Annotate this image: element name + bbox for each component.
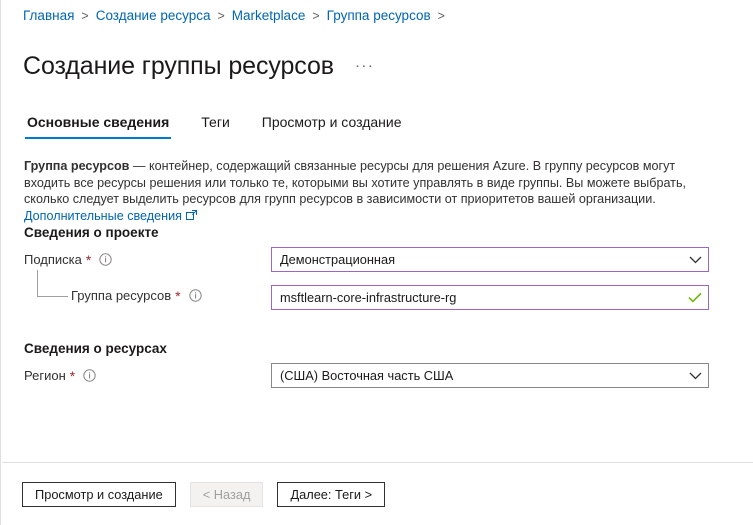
label-resource-group-text: Группа ресурсов bbox=[71, 288, 172, 303]
tab-tags[interactable]: Теги bbox=[199, 112, 231, 139]
label-region: Регион * bbox=[24, 368, 96, 383]
section-heading-resource-details: Сведения о ресурсах bbox=[24, 341, 167, 356]
next-tags-button[interactable]: Далее: Теги > bbox=[277, 482, 386, 507]
info-icon[interactable] bbox=[83, 369, 96, 382]
required-asterisk: * bbox=[85, 251, 92, 268]
breadcrumb-item-marketplace[interactable]: Marketplace bbox=[232, 8, 306, 23]
label-resource-group: Группа ресурсов * bbox=[71, 288, 202, 303]
breadcrumb: Главная > Создание ресурса > Marketplace… bbox=[23, 8, 452, 23]
label-subscription: Подписка * bbox=[24, 251, 113, 268]
field-tree-connector bbox=[37, 270, 68, 297]
tab-bar: Основные сведения Теги Просмотр и создан… bbox=[25, 112, 432, 139]
resource-group-value: msftlearn-core-infrastructure-rg bbox=[280, 290, 457, 305]
description-lead: Группа ресурсов bbox=[24, 159, 130, 173]
breadcrumb-separator: > bbox=[217, 8, 225, 23]
chevron-down-icon bbox=[689, 372, 702, 380]
subscription-dropdown[interactable]: Демонстрационная bbox=[271, 247, 709, 272]
breadcrumb-item-home[interactable]: Главная bbox=[23, 8, 74, 23]
external-link-icon bbox=[185, 209, 197, 226]
breadcrumb-separator: > bbox=[81, 8, 89, 23]
breadcrumb-item-resource-group[interactable]: Группа ресурсов bbox=[327, 8, 431, 23]
section-heading-project-details: Сведения о проекте bbox=[24, 225, 159, 240]
footer-actions: Просмотр и создание < Назад Далее: Теги … bbox=[22, 482, 399, 507]
breadcrumb-separator: > bbox=[312, 8, 320, 23]
label-subscription-text: Подписка bbox=[24, 252, 82, 267]
resource-group-name-input[interactable]: msftlearn-core-infrastructure-rg bbox=[271, 285, 709, 310]
more-options-icon[interactable]: ··· bbox=[352, 58, 378, 74]
previous-button: < Назад bbox=[189, 482, 264, 507]
breadcrumb-item-create-resource[interactable]: Создание ресурса bbox=[96, 8, 211, 23]
create-resource-group-blade: Главная > Создание ресурса > Marketplace… bbox=[0, 0, 753, 525]
page-title: Создание группы ресурсов bbox=[23, 51, 334, 80]
tab-basics[interactable]: Основные сведения bbox=[25, 112, 172, 139]
valid-check-icon bbox=[688, 292, 702, 303]
breadcrumb-separator: > bbox=[437, 8, 445, 23]
description-text: Группа ресурсов — контейнер, содержащий … bbox=[24, 158, 724, 225]
chevron-down-icon bbox=[689, 256, 702, 264]
label-region-text: Регион bbox=[24, 368, 66, 383]
footer-divider bbox=[2, 462, 753, 463]
tab-review-create[interactable]: Просмотр и создание bbox=[260, 112, 404, 139]
title-row: Создание группы ресурсов ··· bbox=[23, 33, 377, 99]
region-dropdown[interactable]: (США) Восточная часть США bbox=[271, 363, 709, 388]
learn-more-link[interactable]: Дополнительные сведения bbox=[24, 209, 182, 223]
required-asterisk: * bbox=[175, 287, 181, 304]
region-value: (США) Восточная часть США bbox=[280, 368, 454, 383]
info-icon[interactable] bbox=[188, 289, 202, 302]
description-dash: — bbox=[129, 159, 150, 173]
subscription-value: Демонстрационная bbox=[280, 252, 396, 267]
info-icon[interactable] bbox=[99, 253, 113, 266]
review-create-button[interactable]: Просмотр и создание bbox=[22, 482, 176, 507]
required-asterisk: * bbox=[69, 367, 76, 384]
